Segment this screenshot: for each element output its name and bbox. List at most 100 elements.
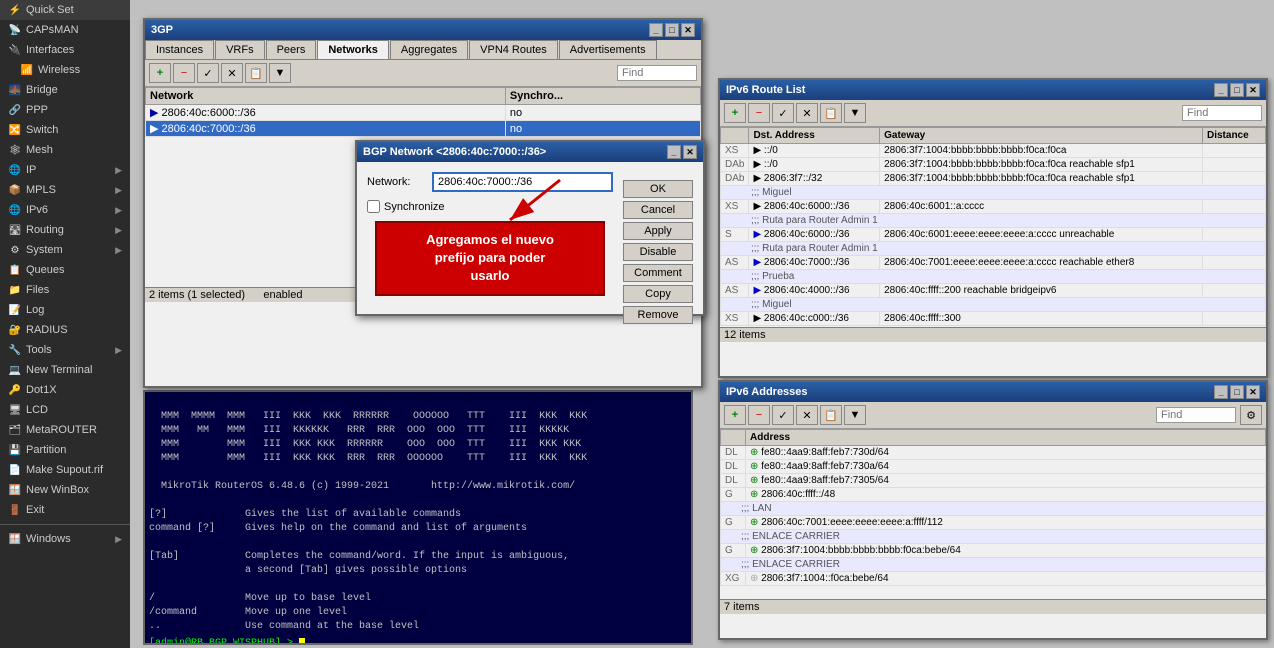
table-row[interactable]: G ⊕ 2806:40c:7001:eeee:eeee:eeee:a:ffff/… [721,516,1266,530]
tab-vrfs[interactable]: VRFs [215,40,265,59]
sidebar-item-tools[interactable]: 🔧 Tools ▶ [0,340,130,360]
bgp-dialog-minimize[interactable]: _ [667,145,681,159]
sidebar-item-metarouter[interactable]: 🗂 MetaROUTER [0,420,130,440]
cross-button[interactable]: ✕ [221,63,243,83]
comment-button[interactable]: Comment [623,264,693,282]
sidebar-item-ipv6[interactable]: 🌐 IPv6 ▶ [0,200,130,220]
network-field-input[interactable] [432,172,613,192]
apply-button[interactable]: Apply [623,222,693,240]
sidebar-item-lcd[interactable]: 🖥 LCD [0,400,130,420]
sidebar-item-wireless[interactable]: 📶 Wireless [0,60,130,80]
ipv6-remove-button[interactable]: − [748,103,770,123]
sidebar-item-system[interactable]: ⚙ System ▶ [0,240,130,260]
synchronize-checkbox[interactable] [367,200,380,213]
sidebar-item-quick-set[interactable]: ⚡ Quick Set [0,0,130,20]
ipv6-add-button[interactable]: + [724,103,746,123]
add-button[interactable]: + [149,63,171,83]
sidebar-item-bridge[interactable]: 🌉 Bridge [0,80,130,100]
ok-button[interactable]: OK [623,180,693,198]
table-row[interactable]: XS ▶ 2806:40c:6000::/36 2806:40c:6001::a… [721,200,1266,214]
tab-networks[interactable]: Networks [317,40,389,59]
table-row[interactable]: XS ▶ ::/0 2806:3f7:1004:bbbb:bbbb:bbbb:f… [721,144,1266,158]
sidebar-item-capsman[interactable]: 📡 CAPsMAN [0,20,130,40]
table-row[interactable]: G ⊕ 2806:3f7:1004:bbbb:bbbb:bbbb:f0ca:be… [721,544,1266,558]
remove-button[interactable]: − [173,63,195,83]
tab-vpn4routes[interactable]: VPN4 Routes [469,40,558,59]
sidebar-item-log[interactable]: 📝 Log [0,300,130,320]
section-row-miguel2: ;;; Miguel [721,298,1266,312]
addr-copy-button[interactable]: 📋 [820,405,842,425]
sidebar-item-files[interactable]: 📁 Files [0,280,130,300]
sidebar-item-mpls[interactable]: 📦 MPLS ▶ [0,180,130,200]
sidebar-item-windows[interactable]: 🪟 Windows ▶ [0,529,130,549]
table-row[interactable]: DL ⊕ fe80::4aa9:8aff:feb7:730a/64 [721,460,1266,474]
bgp-close-button[interactable]: ✕ [681,23,695,37]
table-row[interactable]: ▶ 2806:40c:7000::/36 no [146,121,701,137]
ipv6-minimize-button[interactable]: _ [1214,83,1228,97]
bgp-enabled-label: enabled [263,289,302,301]
filter-button[interactable]: ▼ [269,63,291,83]
addr-close-button[interactable]: ✕ [1246,385,1260,399]
addr-search-input[interactable] [1156,407,1236,423]
table-row[interactable]: DAb ▶ ::/0 2806:3f7:1004:bbbb:bbbb:bbbb:… [721,158,1266,172]
ipv6-cross-button[interactable]: ✕ [796,103,818,123]
table-row[interactable]: XG ⊕ 2806:3f7:1004::f0ca:bebe/64 [721,572,1266,586]
ipv6-maximize-button[interactable]: □ [1230,83,1244,97]
ipv6-search-input[interactable] [1182,105,1262,121]
disable-button[interactable]: Disable [623,243,693,261]
tab-aggregates[interactable]: Aggregates [390,40,468,59]
col-distance: Distance [1202,128,1265,144]
check-button[interactable]: ✓ [197,63,219,83]
sidebar-item-make-supout[interactable]: 📄 Make Supout.rif [0,460,130,480]
quick-set-icon: ⚡ [8,3,22,17]
addr-maximize-button[interactable]: □ [1230,385,1244,399]
mpls-icon: 📦 [8,183,22,197]
sidebar-item-switch[interactable]: 🔀 Switch [0,120,130,140]
addr-settings-button[interactable]: ⚙ [1240,405,1262,425]
bgp-minimize-button[interactable]: _ [649,23,663,37]
tab-peers[interactable]: Peers [266,40,317,59]
addr-add-button[interactable]: + [724,405,746,425]
sidebar-item-ppp[interactable]: 🔗 PPP [0,100,130,120]
sidebar-item-partition[interactable]: 💾 Partition [0,440,130,460]
table-row[interactable]: G ⊕ 2806:40c:ffff::/48 [721,488,1266,502]
sidebar-item-exit[interactable]: 🚪 Exit [0,500,130,520]
sidebar-item-queues[interactable]: 📋 Queues [0,260,130,280]
table-row[interactable]: S ▶ 2806:40c:6000::/36 2806:40c:6001:eee… [721,228,1266,242]
sidebar-item-mesh[interactable]: 🕸 Mesh [0,140,130,160]
copy-button[interactable]: Copy [623,285,693,303]
remove-button[interactable]: Remove [623,306,693,324]
sidebar-item-new-winbox[interactable]: 🪟 New WinBox [0,480,130,500]
cancel-button[interactable]: Cancel [623,201,693,219]
addr-minimize-button[interactable]: _ [1214,385,1228,399]
bgp-dialog-close[interactable]: ✕ [683,145,697,159]
tab-instances[interactable]: Instances [145,40,214,59]
tab-advertisements[interactable]: Advertisements [559,40,657,59]
bgp-maximize-button[interactable]: □ [665,23,679,37]
table-row[interactable]: AS ▶ 2806:40c:4000::/36 2806:40c:ffff::2… [721,284,1266,298]
sidebar-item-new-terminal[interactable]: 💻 New Terminal [0,360,130,380]
table-row[interactable]: DAb ▶ 2806:3f7::/32 2806:3f7:1004:bbbb:b… [721,172,1266,186]
sidebar-item-radius[interactable]: 🔐 RADIUS [0,320,130,340]
ipv6-filter-button[interactable]: ▼ [844,103,866,123]
copy-button[interactable]: 📋 [245,63,267,83]
sidebar-item-interfaces[interactable]: 🔌 Interfaces [0,40,130,60]
ipv6-close-button[interactable]: ✕ [1246,83,1260,97]
table-row[interactable]: DL ⊕ fe80::4aa9:8aff:feb7:730d/64 [721,446,1266,460]
bgp-search-input[interactable] [617,65,697,81]
ipv6-status-bar: 12 items [720,327,1266,342]
addr-cross-button[interactable]: ✕ [796,405,818,425]
table-row[interactable]: AS ▶ 2806:40c:7000::/36 2806:40c:7001:ee… [721,256,1266,270]
addr-filter-button[interactable]: ▼ [844,405,866,425]
addr-check-button[interactable]: ✓ [772,405,794,425]
table-row[interactable]: ▶ 2806:40c:6000::/36 no [146,105,701,121]
table-row[interactable]: DL ⊕ fe80::4aa9:8aff:feb7:7305/64 [721,474,1266,488]
metarouter-icon: 🗂 [8,423,22,437]
sidebar-item-ip[interactable]: 🌐 IP ▶ [0,160,130,180]
addr-remove-button[interactable]: − [748,405,770,425]
ipv6-copy-button[interactable]: 📋 [820,103,842,123]
sidebar-item-dot1x[interactable]: 🔑 Dot1X [0,380,130,400]
table-row[interactable]: XS ▶ 2806:40c:c000::/36 2806:40c:ffff::3… [721,312,1266,326]
ipv6-check-button[interactable]: ✓ [772,103,794,123]
sidebar-item-routing[interactable]: 🛣 Routing ▶ [0,220,130,240]
